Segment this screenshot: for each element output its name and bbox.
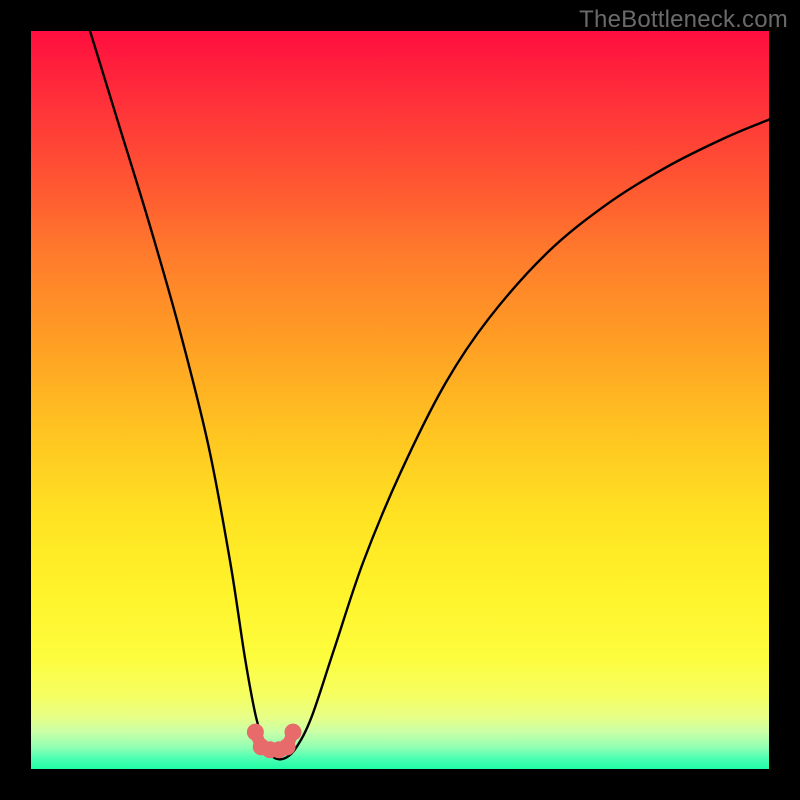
valley-point (247, 724, 264, 741)
valley-point (279, 738, 296, 755)
valley-point (284, 724, 301, 741)
plot-area (31, 31, 769, 769)
chart-svg (31, 31, 769, 769)
bottleneck-curve (90, 31, 769, 759)
watermark-text: TheBottleneck.com (579, 6, 788, 34)
